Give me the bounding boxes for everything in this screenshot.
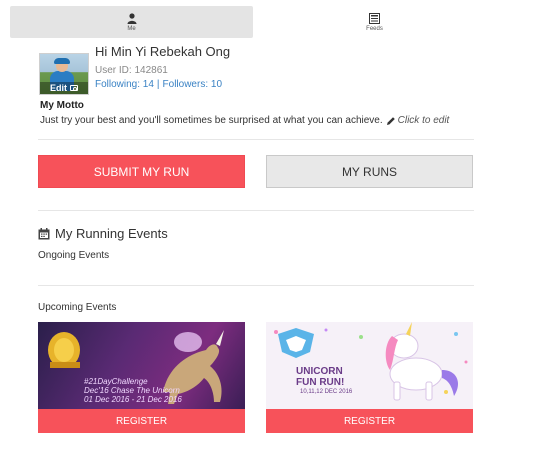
avatar-edit-overlay[interactable]: Edit bbox=[40, 82, 88, 94]
feeds-icon bbox=[369, 12, 381, 24]
follow-stats: Following: 14 | Followers: 10 bbox=[95, 79, 222, 90]
event-banner-line1: UNICORN bbox=[296, 366, 343, 377]
calendar-icon bbox=[38, 227, 50, 240]
divider bbox=[38, 285, 474, 286]
event-card: #21DayChallenge Dec'16 Chase The Unicorn… bbox=[38, 322, 245, 433]
user-name: Hi Min Yi Rebekah Ong bbox=[95, 44, 231, 59]
motto-text: Just try your best and you'll sometimes … bbox=[40, 115, 383, 126]
event-banner-line3: 01 Dec 2016 - 21 Dec 2016 bbox=[84, 395, 182, 404]
running-events-heading: My Running Events bbox=[38, 226, 168, 241]
event-banner-line2: FUN RUN! bbox=[296, 377, 345, 388]
motto-edit-link[interactable]: Click to edit bbox=[398, 115, 450, 126]
motto-line: Just try your best and you'll sometimes … bbox=[40, 115, 449, 126]
divider bbox=[38, 139, 474, 140]
tab-bar: Me Feeds bbox=[10, 6, 520, 38]
event-banner-21-day-challenge[interactable]: #21DayChallenge Dec'16 Chase The Unicorn… bbox=[38, 322, 245, 409]
follow-separator: | bbox=[156, 79, 160, 90]
tab-feeds[interactable]: Feeds bbox=[253, 6, 496, 38]
following-link[interactable]: Following: 14 bbox=[95, 79, 154, 90]
event-card: UNICORN FUN RUN! 10,11,12 DEC 2016 REGIS… bbox=[266, 322, 473, 433]
pencil-icon[interactable] bbox=[386, 116, 396, 126]
event-banner-text: #21DayChallenge Dec'16 Chase The Unicorn… bbox=[84, 377, 182, 404]
upcoming-events-label: Upcoming Events bbox=[38, 302, 117, 313]
motto-title: My Motto bbox=[40, 100, 84, 111]
tab-feeds-label: Feeds bbox=[366, 26, 383, 32]
event-banner-line1: #21DayChallenge bbox=[84, 377, 148, 386]
camera-icon bbox=[70, 85, 78, 91]
page: Me Feeds Edit Hi Min Yi Rebekah Ong User… bbox=[0, 0, 534, 462]
register-button[interactable]: REGISTER bbox=[266, 409, 473, 433]
ongoing-events-label: Ongoing Events bbox=[38, 250, 110, 261]
running-events-title: My Running Events bbox=[55, 226, 168, 241]
event-banner-text: UNICORN FUN RUN! bbox=[296, 366, 344, 388]
avatar-edit-label: Edit bbox=[50, 83, 67, 93]
tab-me-label: Me bbox=[127, 26, 136, 32]
tab-me[interactable]: Me bbox=[10, 6, 253, 38]
divider bbox=[38, 210, 474, 211]
my-runs-button[interactable]: MY RUNS bbox=[266, 155, 473, 188]
avatar-person-cap bbox=[54, 58, 70, 64]
avatar[interactable]: Edit bbox=[39, 53, 89, 95]
person-icon bbox=[126, 12, 138, 24]
followers-link[interactable]: Followers: 10 bbox=[163, 79, 222, 90]
event-banner-line3: 10,11,12 DEC 2016 bbox=[300, 389, 353, 395]
register-button[interactable]: REGISTER bbox=[38, 409, 245, 433]
user-id: User ID: 142861 bbox=[95, 65, 168, 76]
event-banner-unicorn-fun-run[interactable]: UNICORN FUN RUN! 10,11,12 DEC 2016 bbox=[266, 322, 473, 409]
event-banner-line2: Dec'16 Chase The Unicorn bbox=[84, 386, 180, 395]
submit-run-button[interactable]: SUBMIT MY RUN bbox=[38, 155, 245, 188]
